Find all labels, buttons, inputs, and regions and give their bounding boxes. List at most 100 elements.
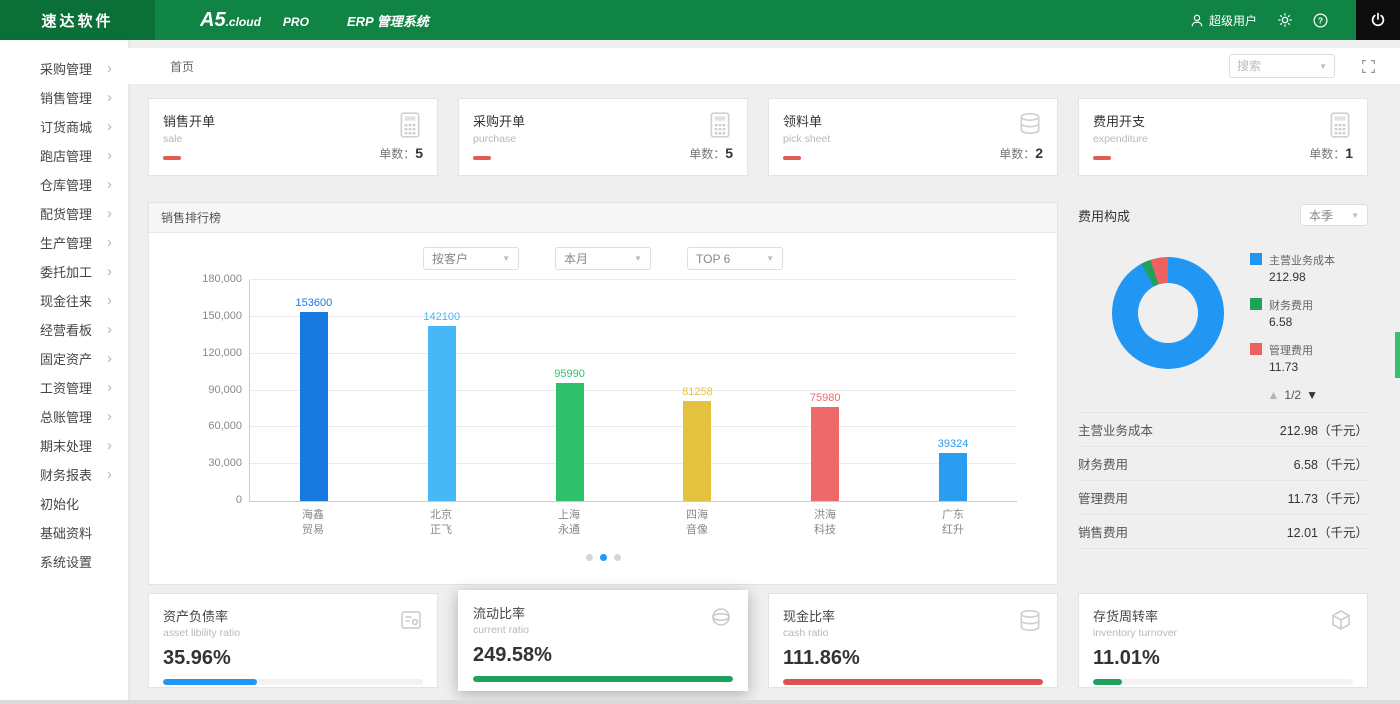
filter-select[interactable]: 本月▼: [555, 247, 651, 270]
vertical-scrollbar-thumb[interactable]: [1395, 332, 1400, 378]
expense-row-label: 销售费用: [1078, 522, 1128, 541]
sidebar-item[interactable]: 系统设置: [0, 547, 128, 576]
ratio-card[interactable]: 现金比率cash ratio111.86%: [768, 593, 1058, 688]
sidebar-item[interactable]: 现金往来›: [0, 286, 128, 315]
sidebar-item[interactable]: 初始化: [0, 489, 128, 518]
ratio-card-subtitle: asset libility ratio: [163, 627, 423, 639]
sidebar-item[interactable]: 配货管理›: [0, 199, 128, 228]
y-axis-tick-label: 90,000: [184, 384, 242, 396]
search-input[interactable]: [1237, 59, 1315, 73]
ratio-card[interactable]: 流动比率current ratio249.58%: [458, 590, 748, 691]
svg-text:?: ?: [1318, 15, 1323, 25]
progress-bar-fill: [1093, 679, 1122, 685]
sidebar-item[interactable]: 销售管理›: [0, 83, 128, 112]
question-icon: ?: [1313, 13, 1328, 28]
brand-suffix: .cloud: [226, 15, 261, 29]
sidebar-item-label: 经营看板: [40, 320, 92, 339]
stat-card[interactable]: 领料单pick sheet单数：2: [768, 98, 1058, 176]
chevron-down-icon: ▼: [1351, 211, 1359, 220]
chevron-right-icon: ›: [107, 409, 112, 424]
calculator-icon: [397, 111, 423, 144]
pager-up-icon[interactable]: ▲: [1268, 388, 1280, 402]
sidebar-item[interactable]: 委托加工›: [0, 257, 128, 286]
horizontal-scrollbar[interactable]: [0, 700, 1400, 704]
stat-count-value: 1: [1345, 145, 1353, 161]
donut-legend: 主营业务成本212.98财务费用6.58管理费用11.73: [1250, 252, 1335, 374]
ratio-card[interactable]: 资产负债率asset libility ratio35.96%: [148, 593, 438, 688]
filter-select[interactable]: 按客户▼: [423, 247, 519, 270]
carousel-dot[interactable]: [586, 554, 593, 561]
main-layout: 采购管理›销售管理›订货商城›跑店管理›仓库管理›配货管理›生产管理›委托加工›…: [0, 40, 1400, 704]
chevron-right-icon: ›: [107, 380, 112, 395]
search-combobox[interactable]: ▼: [1229, 54, 1335, 78]
stat-card-accent-dash: [1093, 156, 1111, 160]
ratio-card[interactable]: 存货周转率inventory turnover11.01%: [1078, 593, 1368, 688]
expense-row-value: 11.73（千元）: [1288, 488, 1368, 507]
chevron-right-icon: ›: [107, 206, 112, 221]
carousel-dot[interactable]: [600, 554, 607, 561]
bar-column: 142100: [378, 280, 506, 501]
breadcrumb-bar: 首页 ▼: [128, 48, 1400, 84]
stat-card[interactable]: 采购开单purchase单数：5: [458, 98, 748, 176]
help-button[interactable]: ?: [1313, 13, 1328, 28]
sidebar-item[interactable]: 生产管理›: [0, 228, 128, 257]
bar-category-label: 四海 音像: [633, 508, 761, 538]
sidebar-item[interactable]: 工资管理 ›: [0, 373, 128, 402]
stat-card-title: 领料单: [783, 111, 1043, 130]
stat-card[interactable]: 销售开单sale单数：5: [148, 98, 438, 176]
expense-row-label: 财务费用: [1078, 454, 1128, 473]
carousel-dot[interactable]: [614, 554, 621, 561]
bar-category-label: 海鑫 贸易: [249, 508, 377, 538]
sidebar-item[interactable]: 财务报表›: [0, 460, 128, 489]
stat-card-count: 单数：5: [689, 145, 733, 163]
sidebar-item-label: 跑店管理: [40, 146, 92, 165]
sidebar-item-label: 仓库管理: [40, 175, 92, 194]
globe-icon: [709, 605, 733, 634]
chevron-right-icon: ›: [107, 438, 112, 453]
legend-color-swatch: [1250, 253, 1262, 265]
sidebar-item[interactable]: 固定资产›: [0, 344, 128, 373]
sidebar-item[interactable]: 订货商城›: [0, 112, 128, 141]
chevron-right-icon: ›: [107, 177, 112, 192]
user-name: 超级用户: [1209, 12, 1257, 29]
bar: [556, 383, 584, 501]
bar-column: 153600: [250, 280, 378, 501]
sales-ranking-panel: 销售排行榜 按客户▼本月▼TOP 6▼ 030,00060,00090,0001…: [148, 202, 1058, 585]
sidebar-item[interactable]: 经营看板›: [0, 315, 128, 344]
stat-count-value: 5: [415, 145, 423, 161]
pager-down-icon[interactable]: ▼: [1306, 388, 1318, 402]
filter-select-value: 按客户: [432, 250, 468, 267]
chevron-right-icon: ›: [107, 467, 112, 482]
app-logo: 速达软件: [0, 0, 155, 40]
sidebar-item[interactable]: 采购管理›: [0, 54, 128, 83]
sidebar-item[interactable]: 仓库管理 ›: [0, 170, 128, 199]
sidebar-item[interactable]: 基础资料: [0, 518, 128, 547]
ratio-card-value: 35.96%: [163, 647, 423, 670]
period-select[interactable]: 本季 ▼: [1300, 204, 1368, 226]
y-axis-tick-label: 180,000: [184, 273, 242, 285]
user-icon: [1190, 13, 1204, 28]
expense-row: 主营业务成本212.98（千元）: [1078, 413, 1368, 447]
stat-card-row: 销售开单sale单数：5 采购开单purchase单数：5 领料单pick shee…: [148, 98, 1368, 176]
user-menu[interactable]: 超级用户: [1190, 12, 1257, 29]
sidebar-item[interactable]: 总账管理›: [0, 402, 128, 431]
fullscreen-button[interactable]: [1361, 59, 1376, 74]
breadcrumb-home[interactable]: 首页: [170, 58, 194, 75]
sidebar-item[interactable]: 跑店管理›: [0, 141, 128, 170]
expense-row-value: 6.58（千元）: [1294, 454, 1368, 473]
stat-card-count: 单数：5: [379, 145, 423, 163]
logout-button[interactable]: [1356, 0, 1400, 40]
filter-select[interactable]: TOP 6▼: [687, 247, 783, 270]
header-actions: 超级用户 ?: [1190, 0, 1400, 40]
sidebar-item-label: 工资管理: [40, 378, 92, 397]
stat-card[interactable]: 费用开支expenditure单数：1: [1078, 98, 1368, 176]
y-axis-tick-label: 60,000: [184, 420, 242, 432]
stat-card-subtitle: sale: [163, 133, 423, 145]
settings-button[interactable]: [1277, 12, 1293, 28]
expense-row-label: 管理费用: [1078, 488, 1128, 507]
bar: [428, 326, 456, 501]
chevron-right-icon: ›: [107, 235, 112, 250]
ratio-card-row: 资产负债率asset libility ratio35.96%流动比率curre…: [148, 593, 1368, 694]
sidebar-item[interactable]: 期末处理›: [0, 431, 128, 460]
stat-card-subtitle: purchase: [473, 133, 733, 145]
